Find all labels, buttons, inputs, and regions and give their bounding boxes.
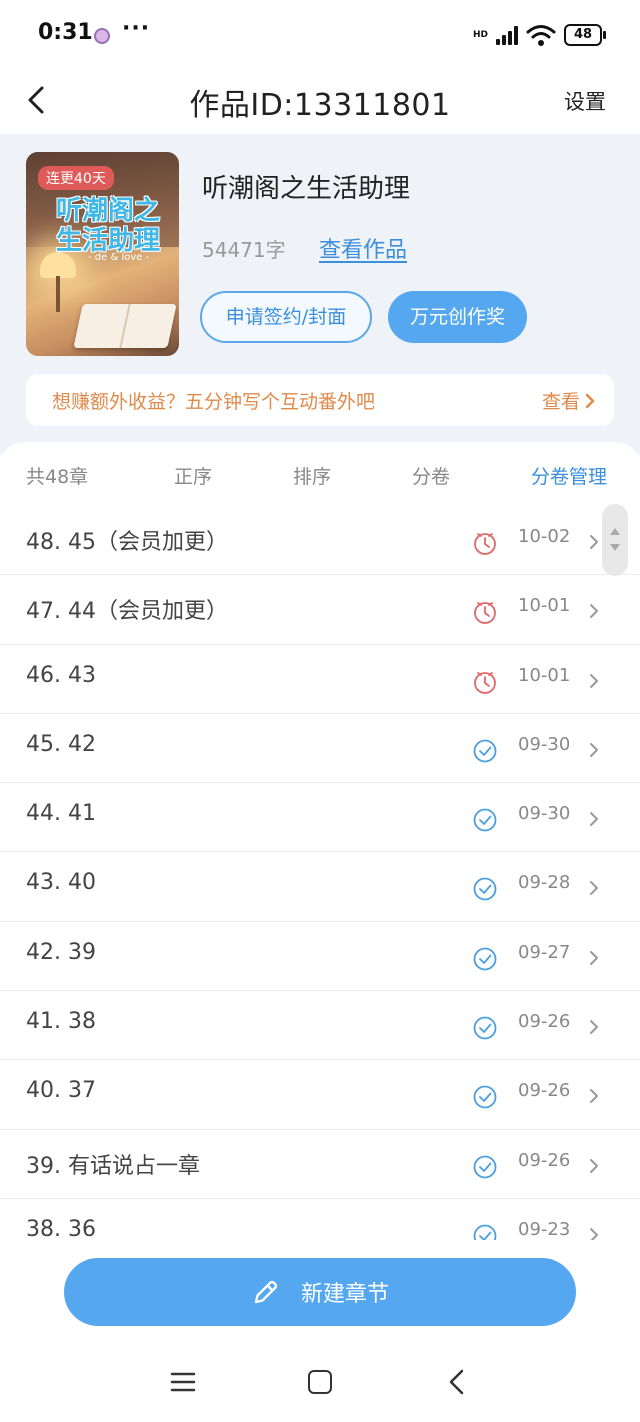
new-chapter-label: 新建章节 xyxy=(300,1282,389,1307)
chevron-right-icon xyxy=(586,809,602,829)
chapter-date: 09-26 xyxy=(518,1080,571,1102)
chapter-title: 43. 40 xyxy=(26,870,96,896)
chapter-title: 46. 43 xyxy=(26,662,96,688)
order-asc-button[interactable]: 正序 xyxy=(174,462,212,489)
work-info-panel: 听潮阁之生活助理 - de & love - 连更40天 听潮阁之生活助理 54… xyxy=(0,134,640,454)
status-icons: HD 48 xyxy=(472,22,606,48)
chapter-title: 39. 有话说占一章 xyxy=(26,1153,200,1179)
home-icon[interactable] xyxy=(308,1370,332,1394)
word-count: 54471字 xyxy=(202,238,286,262)
chapter-title: 45. 42 xyxy=(26,731,96,757)
page-title: 作品ID:13311801 xyxy=(189,88,451,123)
clock-icon xyxy=(472,599,498,625)
check-circle-icon xyxy=(472,738,498,764)
chapter-row[interactable]: 41. 38 09-26 xyxy=(0,991,640,1061)
chapter-row[interactable]: 43. 40 09-28 xyxy=(0,852,640,922)
promo-text: 想赚额外收益？五分钟写个互动番外吧 xyxy=(52,391,376,413)
chapter-date: 09-27 xyxy=(518,941,571,963)
chapter-title: 48. 45（会员加更） xyxy=(26,530,228,555)
chevron-right-icon xyxy=(586,948,602,968)
chapter-row[interactable]: 48. 45（会员加更） 10-02 xyxy=(0,506,640,576)
chapter-title: 38. 36 xyxy=(26,1216,96,1242)
bottom-action-area: 新建章节 xyxy=(0,1240,640,1350)
check-circle-icon xyxy=(472,946,498,972)
chevron-right-icon xyxy=(586,740,602,760)
new-chapter-button[interactable]: 新建章节 xyxy=(64,1258,576,1326)
volume-button[interactable]: 分卷 xyxy=(412,462,450,489)
chevron-right-icon xyxy=(586,878,602,898)
chapter-row[interactable]: 40. 37 09-26 xyxy=(0,1060,640,1130)
chapter-date: 10-01 xyxy=(518,595,571,617)
system-nav-bar xyxy=(0,1350,640,1422)
check-circle-icon xyxy=(472,1084,498,1110)
app-notification-icon xyxy=(94,28,110,44)
chapter-row[interactable]: 39. 有话说占一章 09-26 xyxy=(0,1130,640,1199)
chapter-title: 41. 38 xyxy=(26,1009,96,1035)
more-notifications-icon: ··· xyxy=(122,16,151,41)
book-cover[interactable]: 听潮阁之生活助理 - de & love - 连更40天 xyxy=(26,152,179,356)
chevron-right-icon xyxy=(585,393,595,408)
chevron-right-icon xyxy=(586,1086,602,1106)
chapter-title: 40. 37 xyxy=(26,1078,96,1104)
chapter-date: 09-30 xyxy=(518,803,571,825)
status-bar: 0:31 ··· HD 48 xyxy=(0,0,640,70)
chapter-date: 10-01 xyxy=(518,664,571,686)
signal-icon xyxy=(496,25,518,45)
creation-award-button[interactable]: 万元创作奖 xyxy=(388,291,527,343)
chapter-count: 共48章 xyxy=(26,466,89,488)
cover-subtitle: - de & love - xyxy=(88,252,150,263)
chapter-row[interactable]: 47. 44（会员加更） 10-01 xyxy=(0,575,640,645)
settings-button[interactable]: 设置 xyxy=(564,86,606,116)
promo-view-link[interactable]: 查看 xyxy=(542,387,596,414)
chevron-right-icon xyxy=(586,671,602,691)
chapter-row[interactable]: 44. 41 09-30 xyxy=(0,783,640,853)
cover-title-text: 听潮阁之生活助理 xyxy=(56,196,161,256)
chevron-right-icon xyxy=(586,1017,602,1037)
app-header: 作品ID:13311801 设置 xyxy=(0,70,640,134)
promo-link-label: 查看 xyxy=(541,391,580,413)
chapter-title: 42. 39 xyxy=(26,939,96,965)
chapter-date: 09-30 xyxy=(518,733,571,755)
chapter-row[interactable]: 42. 39 09-27 xyxy=(0,922,640,992)
pencil-icon xyxy=(254,1280,278,1304)
chapter-list: 48. 45（会员加更） 10-02 47. 44（会员加更） 10-01 46. 43… xyxy=(0,506,640,1252)
chapter-date: 09-26 xyxy=(518,1149,571,1171)
hd-label: HD xyxy=(472,29,488,40)
chevron-right-icon xyxy=(586,601,602,621)
chapter-date: 10-02 xyxy=(518,526,571,547)
volume-manage-button[interactable]: 分卷管理 xyxy=(531,462,607,489)
promo-banner[interactable]: 想赚额外收益？五分钟写个互动番外吧 查看 xyxy=(26,374,614,426)
battery-icon: 48 xyxy=(564,24,606,46)
scroll-handle[interactable] xyxy=(602,504,628,576)
chevron-right-icon xyxy=(586,532,602,552)
chapter-list-sheet: 共48章 正序 排序 分卷 分卷管理 48. 45（会员加更） 10-02 47. … xyxy=(0,442,640,1252)
view-work-link[interactable]: 查看作品 xyxy=(319,232,407,264)
wifi-icon xyxy=(526,25,556,46)
work-title: 听潮阁之生活助理 xyxy=(202,174,411,204)
streak-badge: 连更40天 xyxy=(38,166,114,190)
clock-icon xyxy=(472,669,498,695)
cover-lamp-pole xyxy=(56,276,60,312)
chapter-title: 44. 41 xyxy=(26,801,96,827)
chapter-date: 09-23 xyxy=(518,1218,571,1240)
check-circle-icon xyxy=(472,876,498,902)
chapter-date: 09-26 xyxy=(518,1011,571,1033)
apply-sign-button[interactable]: 申请签约/封面 xyxy=(200,291,372,343)
chapter-row[interactable]: 46. 43 10-01 xyxy=(0,645,640,714)
sort-button[interactable]: 排序 xyxy=(293,462,331,489)
check-circle-icon xyxy=(472,807,498,833)
chapter-title: 47. 44（会员加更） xyxy=(26,599,228,625)
chapter-row[interactable]: 45. 42 09-30 xyxy=(0,714,640,784)
list-toolbar: 共48章 正序 排序 分卷 分卷管理 xyxy=(0,442,640,506)
clock-icon xyxy=(472,530,498,556)
nav-back-icon[interactable] xyxy=(446,1368,468,1396)
check-circle-icon xyxy=(472,1154,498,1180)
cover-book xyxy=(73,304,177,348)
check-circle-icon xyxy=(472,1015,498,1041)
status-time: 0:31 xyxy=(38,20,93,45)
chapter-date: 09-28 xyxy=(518,872,571,894)
menu-icon[interactable] xyxy=(170,1370,196,1394)
chevron-right-icon xyxy=(586,1156,602,1176)
